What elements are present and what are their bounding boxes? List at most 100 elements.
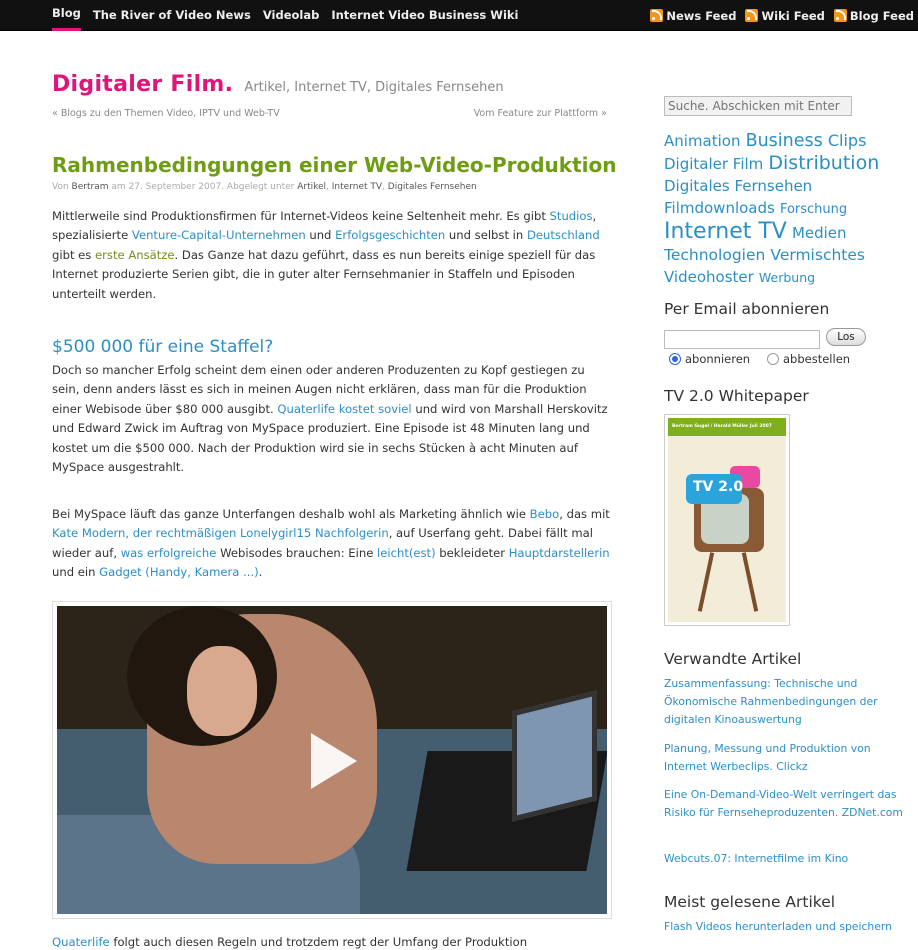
link-bebo[interactable]: Bebo — [530, 507, 560, 521]
tag-link[interactable]: Business — [746, 131, 823, 151]
tag-link[interactable]: Clips — [828, 131, 867, 150]
wiki-feed-label: Wiki Feed — [761, 8, 825, 23]
whitepaper-cover: Bertram Gugel / Harald Müller Juli 2007 … — [668, 418, 786, 622]
link-erste-ansaetze[interactable]: erste Ansätze — [95, 248, 175, 262]
tag-link[interactable]: Videohoster — [664, 268, 754, 286]
link-hauptdarstellerin[interactable]: Hauptdarstellerin — [509, 546, 610, 560]
tag-link[interactable]: Distribution — [768, 152, 879, 174]
rss-icon — [833, 9, 847, 22]
radio-unsubscribe-label: abbestellen — [783, 352, 851, 366]
nav-item-internet-video-business-wiki[interactable]: Internet Video Business Wiki — [331, 0, 518, 31]
meta-by: Von — [52, 182, 69, 192]
news-feed-label: News Feed — [666, 8, 737, 23]
post-meta: Von Bertram am 27. September 2007. Abgel… — [52, 182, 477, 192]
tag-link[interactable]: Digitaler Film — [664, 155, 763, 173]
feed-links: News Feed Wiki Feed Blog Feed — [641, 0, 914, 31]
post-title[interactable]: Rahmenbedingungen einer Web-Video-Produk… — [52, 153, 616, 177]
link-leicht-est[interactable]: leicht(est) — [377, 546, 436, 560]
wiki-feed-link[interactable]: Wiki Feed — [745, 0, 825, 31]
related-heading: Verwandte Artikel — [664, 650, 802, 668]
author-link[interactable]: Bertram — [72, 182, 109, 192]
body-paragraph-2: Doch so mancher Erfolg scheint dem einen… — [52, 361, 614, 477]
email-heading: Per Email abonnieren — [664, 300, 830, 318]
video-scene-face — [187, 646, 257, 736]
radio-subscribe-label: abonnieren — [685, 352, 751, 366]
tag-link[interactable]: Internet TV — [664, 219, 787, 244]
previous-post-link[interactable]: « Blogs zu den Themen Video, IPTV und We… — [52, 108, 280, 119]
text: , das mit — [559, 507, 610, 521]
radio-selected-icon[interactable] — [669, 353, 681, 365]
text: Webisodes brauchen: Eine — [216, 545, 378, 560]
video-scene-screen — [512, 690, 597, 822]
link-was-erfolgreiche[interactable]: was erfolgreiche — [121, 546, 217, 560]
related-link[interactable]: Planung, Messung und Produktion von Inte… — [664, 740, 904, 776]
link-erfolgsgeschichten[interactable]: Erfolgsgeschichten — [335, 228, 445, 242]
link-kate-modern[interactable]: Kate Modern, der rechtmäßigen Lonelygirl… — [52, 526, 389, 540]
main-nav: Blog The River of Video News Videolab In… — [52, 0, 530, 31]
news-feed-link[interactable]: News Feed — [650, 0, 736, 31]
blog-feed-link[interactable]: Blog Feed — [833, 0, 914, 31]
nav-item-videolab[interactable]: Videolab — [263, 0, 320, 31]
search-input[interactable] — [664, 96, 852, 116]
text: bekleideter — [435, 545, 509, 560]
whitepaper-heading: TV 2.0 Whitepaper — [664, 387, 809, 405]
related-link[interactable]: Webcuts.07: Internetfilme im Kino — [664, 850, 904, 868]
text: Mittlerweile sind Produktionsfirmen für … — [52, 209, 550, 223]
link-deutschland[interactable]: Deutschland — [527, 228, 600, 242]
play-icon[interactable] — [307, 733, 357, 789]
rss-icon — [650, 9, 664, 22]
blog-feed-label: Blog Feed — [849, 8, 914, 23]
radio-unselected-icon[interactable] — [767, 353, 779, 365]
link-venture-capital[interactable]: Venture-Capital-Unternehmen — [132, 228, 306, 242]
nav-item-blog[interactable]: Blog — [52, 0, 81, 31]
tag-link[interactable]: Medien — [792, 224, 847, 242]
radio-subscribe[interactable]: abonnieren — [669, 352, 750, 366]
category-link-internet-tv[interactable]: Internet TV — [332, 182, 382, 192]
post-navigation: « Blogs zu den Themen Video, IPTV und We… — [52, 108, 607, 119]
radio-unsubscribe[interactable]: abbestellen — [767, 352, 850, 366]
tag-link[interactable]: Animation — [664, 132, 740, 150]
subscribe-submit-button[interactable]: Los — [826, 328, 866, 346]
tag-link[interactable]: Werbung — [759, 270, 815, 285]
video-thumbnail[interactable] — [57, 606, 607, 914]
related-link[interactable]: Eine On-Demand-Video-Welt verringert das… — [664, 786, 904, 822]
video-player[interactable] — [52, 601, 612, 919]
meta-date: am 27. September 2007. Abgelegt unter — [111, 182, 295, 192]
popular-heading: Meist gelesene Artikel — [664, 893, 836, 911]
body-paragraph-4: Quaterlife folgt auch diesen Regeln und … — [52, 933, 614, 950]
tag-link[interactable]: Technologien — [664, 246, 765, 264]
popular-link[interactable]: Flash Videos herunterladen und speichern — [664, 918, 904, 936]
text: und ein — [52, 565, 100, 580]
nav-item-river-of-video-news[interactable]: The River of Video News — [93, 0, 251, 31]
text: und — [305, 228, 336, 243]
whitepaper-cover-image[interactable]: Bertram Gugel / Harald Müller Juli 2007 … — [664, 414, 790, 626]
intro-paragraph: Mittlerweile sind Produktionsfirmen für … — [52, 207, 614, 304]
section-heading: $500 000 für eine Staffel? — [52, 337, 274, 357]
site-title[interactable]: Digitaler Film. — [52, 72, 233, 97]
tv-leg — [697, 552, 715, 612]
body-paragraph-3: Bei MySpace läuft das ganze Unterfangen … — [52, 505, 614, 583]
site-header: Digitaler Film. Artikel, Internet TV, Di… — [52, 72, 504, 97]
link-quaterlife[interactable]: Quaterlife — [52, 935, 110, 949]
link-studios[interactable]: Studios — [550, 209, 593, 223]
related-link[interactable]: Zusammenfassung: Technische und Ökonomis… — [664, 675, 904, 729]
whitepaper-band: Bertram Gugel / Harald Müller Juli 2007 — [668, 418, 786, 436]
tag-link[interactable]: Digitales Fernsehen — [664, 177, 812, 195]
tag-link[interactable]: Forschung — [780, 202, 847, 217]
link-quaterlife-kostet-soviel[interactable]: Quaterlife kostet soviel — [277, 402, 411, 416]
email-field[interactable] — [664, 330, 820, 349]
text: Bei MySpace läuft das ganze Unterfangen … — [52, 507, 530, 521]
category-link-artikel[interactable]: Artikel — [297, 182, 326, 192]
top-navigation-bar: Blog The River of Video News Videolab In… — [0, 0, 918, 31]
site-categories: Artikel, Internet TV, Digitales Fernsehe… — [244, 80, 504, 95]
tv-leg — [741, 552, 759, 612]
rss-icon — [745, 9, 759, 22]
tag-link[interactable]: Filmdownloads — [664, 199, 775, 217]
next-post-link[interactable]: Vom Feature zur Plattform » — [474, 108, 607, 119]
text: gibt es — [52, 247, 96, 262]
category-link-digitales-fernsehen[interactable]: Digitales Fernsehen — [388, 182, 477, 192]
link-gadget[interactable]: Gadget (Handy, Kamera ...) — [99, 565, 259, 579]
whitepaper-tv-text: TV 2.0 — [693, 479, 744, 495]
tag-link[interactable]: Vermischtes — [770, 246, 865, 264]
tag-cloud: Animation Business Clips Digitaler Film … — [664, 130, 914, 289]
